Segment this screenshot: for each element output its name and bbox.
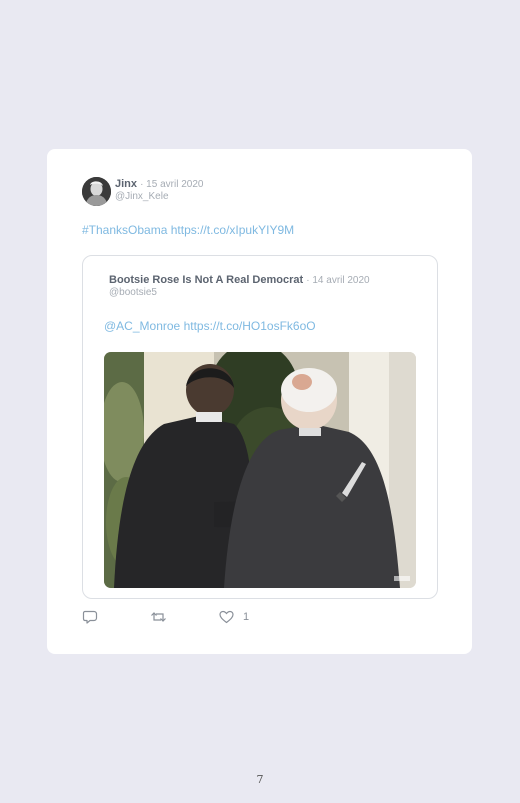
like-button[interactable]: 1 bbox=[219, 607, 249, 627]
photo-illustration bbox=[104, 352, 416, 588]
quoted-tweet[interactable]: Bootsie Rose Is Not A Real Democrat · 14… bbox=[82, 255, 438, 599]
retweet-button[interactable] bbox=[150, 607, 167, 627]
quoted-author-name[interactable]: Bootsie Rose Is Not A Real Democrat bbox=[109, 274, 303, 286]
avatar-image bbox=[82, 177, 111, 206]
tweet-photo[interactable] bbox=[104, 352, 416, 588]
reply-icon bbox=[82, 610, 98, 624]
quoted-author-handle[interactable]: @bootsie5 bbox=[109, 287, 157, 298]
retweet-icon bbox=[151, 612, 166, 622]
author-handle[interactable]: @Jinx_Kele bbox=[115, 191, 169, 202]
heart-icon bbox=[219, 610, 234, 624]
tweet-date[interactable]: · 15 avril 2020 bbox=[140, 179, 203, 190]
tweet-card: Jinx · 15 avril 2020 @Jinx_Kele #ThanksO… bbox=[47, 149, 472, 654]
tweet-actions: 1 bbox=[82, 607, 382, 627]
quoted-tweet-text: @AC_Monroe https://t.co/HO1osFk6oO bbox=[104, 319, 316, 333]
tweet-text: #ThanksObama https://t.co/xIpukYIY9M bbox=[82, 223, 294, 237]
mention-link[interactable]: @AC_Monroe bbox=[104, 319, 180, 333]
avatar[interactable] bbox=[82, 177, 111, 206]
reply-button[interactable] bbox=[82, 607, 98, 627]
hashtag-link[interactable]: #ThanksObama bbox=[82, 223, 167, 237]
tweet-author-line: Jinx · 15 avril 2020 bbox=[115, 178, 203, 190]
quoted-url-link[interactable]: https://t.co/HO1osFk6oO bbox=[184, 319, 316, 333]
quoted-tweet-date[interactable]: · 14 avril 2020 bbox=[306, 275, 369, 286]
like-count: 1 bbox=[243, 611, 250, 623]
author-name[interactable]: Jinx bbox=[115, 178, 137, 190]
quoted-author-line: Bootsie Rose Is Not A Real Democrat · 14… bbox=[109, 274, 370, 286]
page-number: 7 bbox=[256, 773, 264, 786]
tweet-url-link[interactable]: https://t.co/xIpukYIY9M bbox=[171, 223, 294, 237]
